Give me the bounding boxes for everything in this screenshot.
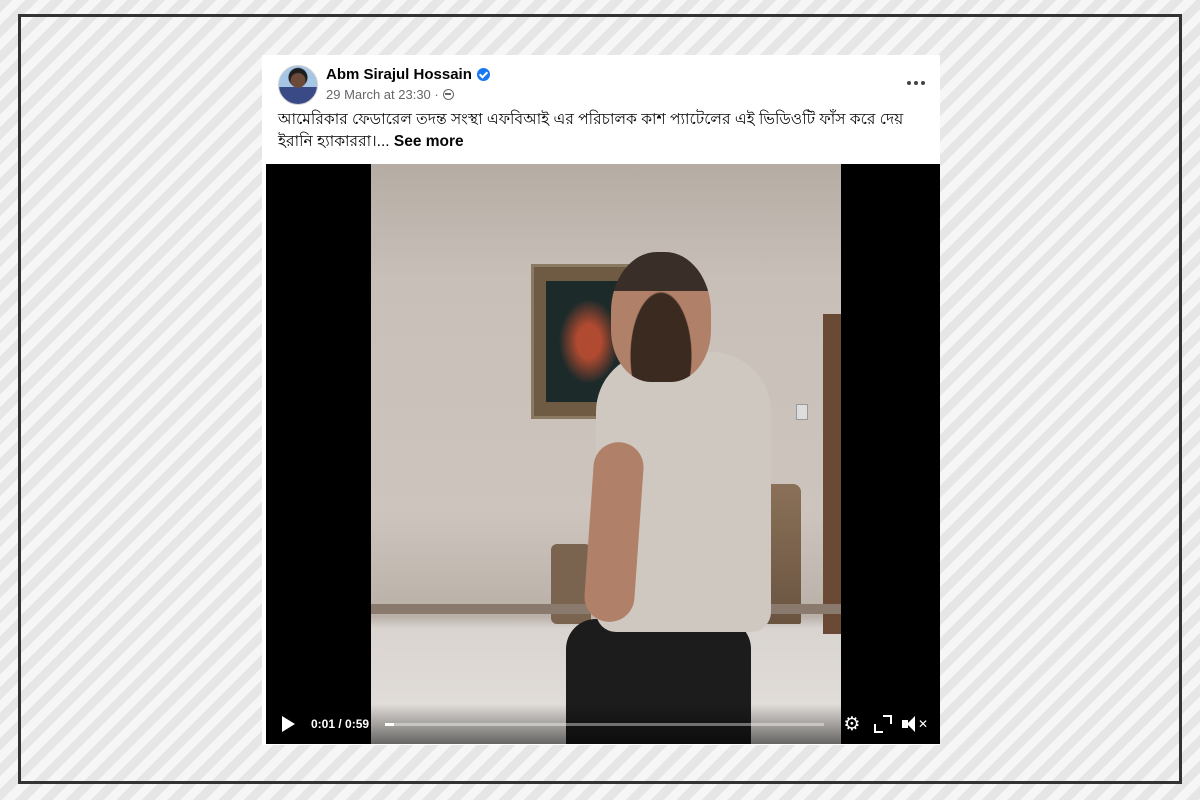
author-avatar[interactable] (278, 65, 318, 105)
verified-badge-icon (476, 68, 490, 81)
fullscreen-icon[interactable] (873, 715, 892, 733)
see-more-link[interactable]: See more (394, 133, 464, 150)
video-controls: 0:01 / 0:59 ⚙ ✕ (266, 704, 940, 744)
globe-icon (442, 89, 454, 100)
post-header: Abm Sirajul Hossain 29 March at 23:30 · (278, 65, 928, 105)
post-timestamp[interactable]: 29 March at 23:30 · (326, 87, 439, 102)
play-icon[interactable] (282, 716, 295, 732)
muted-speaker-icon[interactable]: ✕ (901, 716, 928, 732)
facebook-post-card: Abm Sirajul Hossain 29 March at 23:30 · … (262, 55, 940, 745)
author-name[interactable]: Abm Sirajul Hossain (326, 66, 472, 83)
author-name-row: Abm Sirajul Hossain (326, 66, 490, 83)
post-meta: 29 March at 23:30 · (326, 87, 454, 102)
post-body-text: আমেরিকার ফেডারেল তদন্ত সংস্থা এফবিআই এর … (278, 111, 904, 150)
scene-person-head (611, 252, 711, 382)
video-frame (371, 164, 841, 744)
post-text: আমেরিকার ফেডারেল তদন্ত সংস্থা এফবিআই এর … (278, 109, 928, 153)
video-progress-fill (385, 722, 394, 726)
scene-door (823, 314, 841, 634)
video-progress-bar[interactable] (385, 722, 824, 726)
more-options-icon[interactable] (904, 73, 928, 93)
scene-light-switch (796, 404, 808, 420)
video-time: 0:01 / 0:59 (311, 717, 370, 731)
settings-gear-icon[interactable]: ⚙ (840, 715, 864, 734)
video-player[interactable]: 0:01 / 0:59 ⚙ ✕ (266, 164, 940, 744)
